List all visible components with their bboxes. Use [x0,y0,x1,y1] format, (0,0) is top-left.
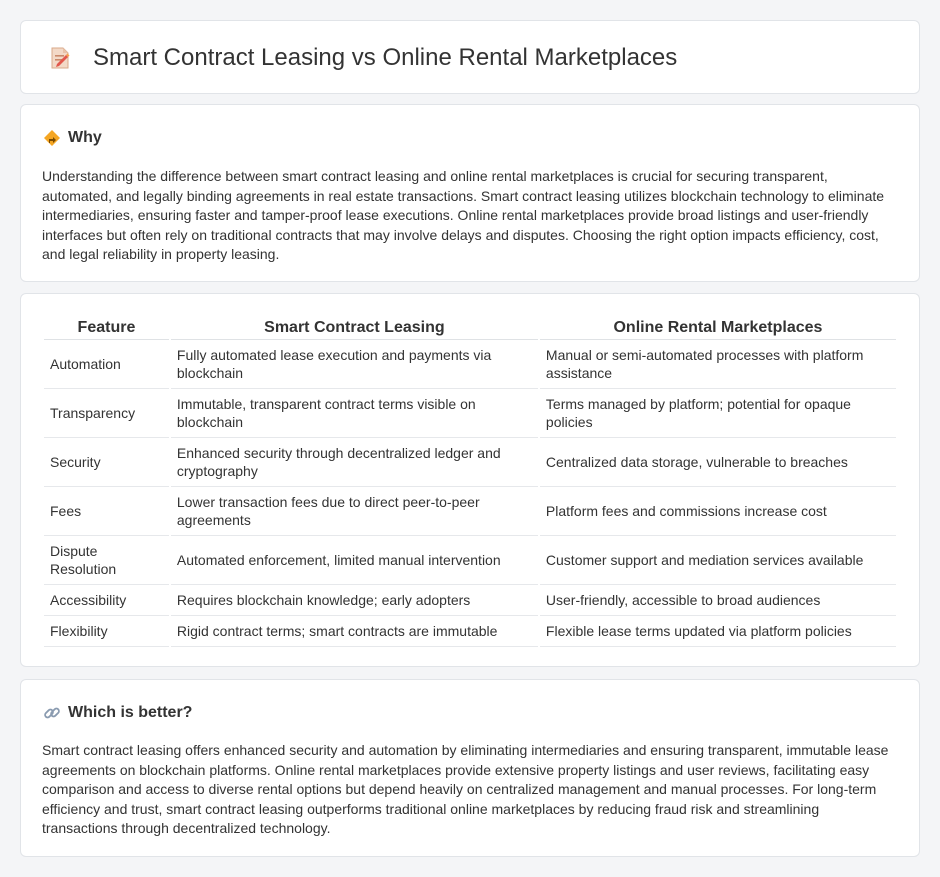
online-rental-cell: Terms managed by platform; potential for… [539,389,896,438]
table-header-row: Feature Smart Contract Leasing Online Re… [44,316,896,340]
smart-contract-cell: Immutable, transparent contract terms vi… [170,389,538,438]
feature-cell: Accessibility [44,585,169,616]
comparison-table: Feature Smart Contract Leasing Online Re… [42,316,898,647]
table-row: Transparency Immutable, transparent cont… [44,389,896,438]
header-card: Smart Contract Leasing vs Online Rental … [20,20,920,94]
online-rental-cell: Customer support and mediation services … [539,536,896,585]
online-rental-cell: Platform fees and commissions increase c… [539,487,896,536]
feature-cell: Security [44,438,169,487]
smart-contract-cell: Requires blockchain knowledge; early ado… [170,585,538,616]
diamond-direction-icon [44,130,60,146]
document-pencil-icon [51,47,70,69]
table-row: Flexibility Rigid contract terms; smart … [44,616,896,647]
smart-contract-cell: Fully automated lease execution and paym… [170,340,538,389]
feature-cell: Fees [44,487,169,536]
which-better-title: Which is better? [68,704,193,721]
smart-contract-cell: Automated enforcement, limited manual in… [170,536,538,585]
table-row: Fees Lower transaction fees due to direc… [44,487,896,536]
feature-cell: Transparency [44,389,169,438]
online-rental-cell: Flexible lease terms updated via platfor… [539,616,896,647]
feature-cell: Dispute Resolution [44,536,169,585]
smart-contract-cell: Rigid contract terms; smart contracts ar… [170,616,538,647]
why-section: Why Understanding the difference between… [20,104,920,282]
feature-cell: Flexibility [44,616,169,647]
online-rental-cell: User-friendly, accessible to broad audie… [539,585,896,616]
which-better-text: Smart contract leasing offers enhanced s… [42,742,889,836]
online-rental-cell: Manual or semi-automated processes with … [539,340,896,389]
comparison-section: Feature Smart Contract Leasing Online Re… [20,293,920,667]
online-rental-cell: Centralized data storage, vulnerable to … [539,438,896,487]
why-text: Understanding the difference between sma… [42,168,885,262]
page-title: Smart Contract Leasing vs Online Rental … [93,44,678,71]
table-row: Dispute Resolution Automated enforcement… [44,536,896,585]
table-row: Automation Fully automated lease executi… [44,340,896,389]
link-icon [44,707,60,719]
why-title: Why [68,129,102,146]
header-feature: Feature [44,316,169,340]
table-row: Security Enhanced security through decen… [44,438,896,487]
header-online-rental: Online Rental Marketplaces [539,316,896,340]
smart-contract-cell: Lower transaction fees due to direct pee… [170,487,538,536]
table-row: Accessibility Requires blockchain knowle… [44,585,896,616]
which-better-section: Which is better? Smart contract leasing … [20,679,920,857]
feature-cell: Automation [44,340,169,389]
smart-contract-cell: Enhanced security through decentralized … [170,438,538,487]
header-smart-contract: Smart Contract Leasing [170,316,538,340]
